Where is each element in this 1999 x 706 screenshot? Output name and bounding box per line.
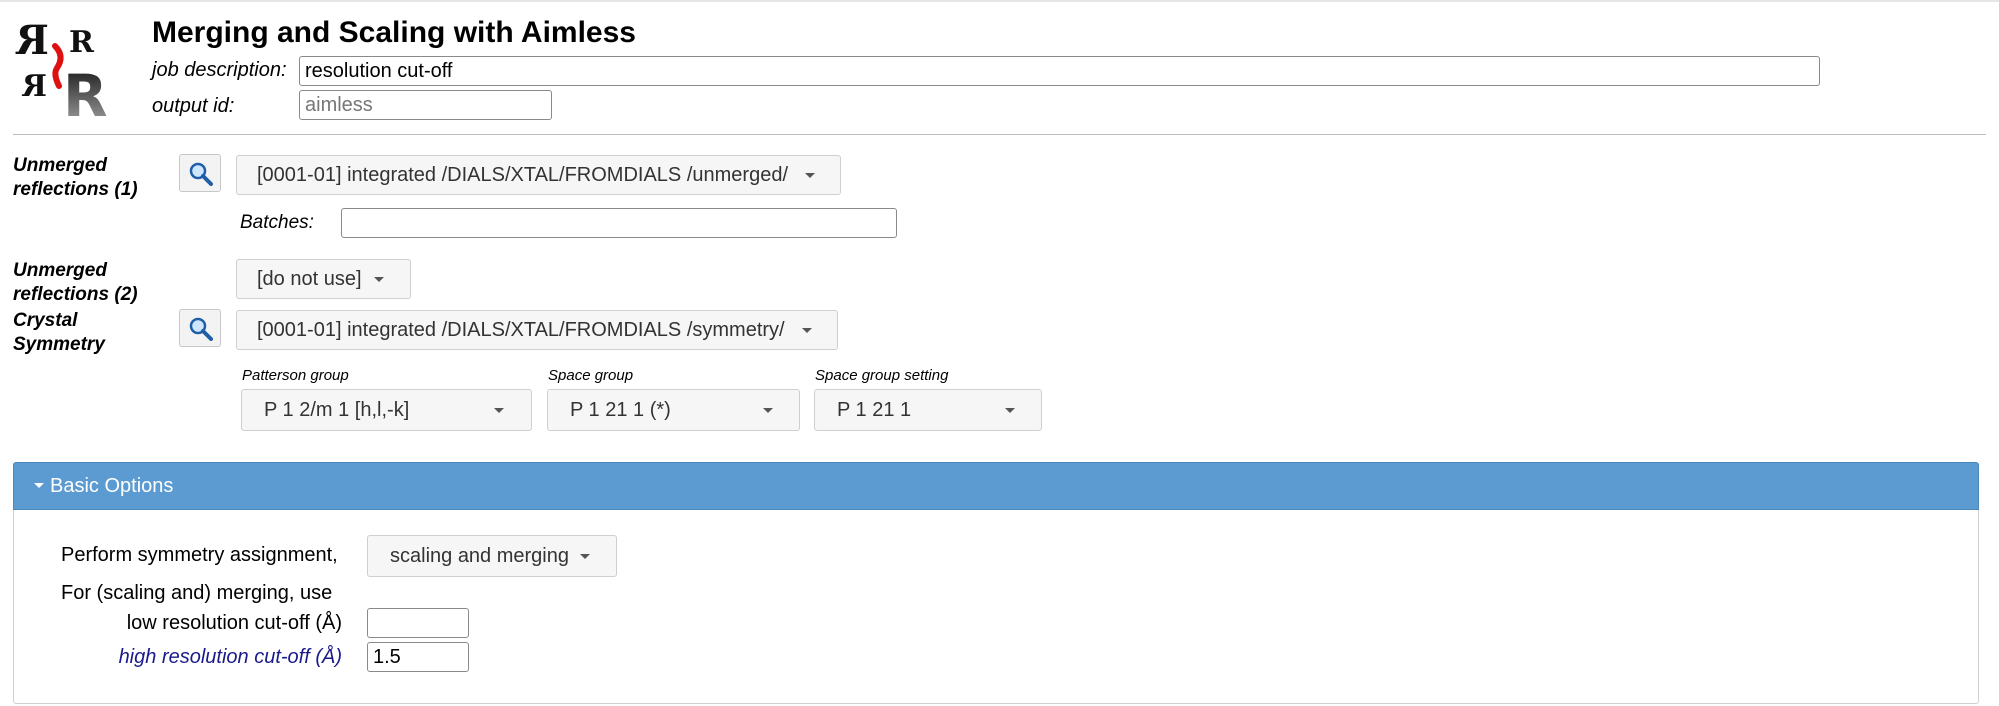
space-group-setting-select[interactable]: P 1 21 1 [814, 389, 1042, 431]
space-group-label: Space group [548, 367, 634, 384]
svg-text:R: R [15, 17, 49, 64]
output-id-label: output id: [152, 95, 235, 117]
space-group-setting-label: Space group setting [815, 367, 949, 384]
page-title: Merging and Scaling with Aimless [152, 16, 636, 49]
output-id-input[interactable] [299, 90, 552, 120]
space-group-select[interactable]: P 1 21 1 (*) [547, 389, 800, 431]
chevron-down-icon [802, 328, 812, 333]
svg-text:R: R [69, 25, 95, 60]
basic-options-title: Basic Options [50, 475, 174, 497]
header-divider [13, 134, 1986, 135]
patterson-group-selected: P 1 2/m 1 [h,l,-k] [264, 399, 410, 421]
low-resolution-label: low resolution cut-off (Å) [126, 612, 342, 634]
crystal-symmetry-label: Crystal Symmetry [13, 310, 105, 355]
ccp4-logo: R R R R [13, 16, 117, 130]
top-border [0, 0, 1999, 2]
svg-text:R: R [63, 62, 108, 120]
space-group-selected: P 1 21 1 (*) [570, 399, 671, 421]
batches-input[interactable] [341, 208, 897, 238]
chevron-down-icon [494, 408, 504, 413]
batches-label: Batches: [240, 212, 314, 233]
job-description-input[interactable] [299, 56, 1820, 86]
job-description-label: job description: [152, 59, 287, 81]
search-unmerged-1-button[interactable] [179, 154, 221, 192]
collapse-triangle-icon [34, 483, 44, 488]
symmetry-assignment-select[interactable]: scaling and merging [367, 535, 617, 577]
search-crystal-symmetry-button[interactable] [179, 309, 221, 347]
chevron-down-icon [374, 277, 384, 282]
symmetry-assignment-selected: scaling and merging [390, 545, 569, 567]
unmerged-reflections-1-label: Unmerged reflections (1) [13, 155, 138, 200]
basic-options-body [13, 510, 1979, 704]
crystal-symmetry-select[interactable]: [0001-01] integrated /DIALS/XTAL/FROMDIA… [236, 310, 838, 350]
crystal-symmetry-selected: [0001-01] integrated /DIALS/XTAL/FROMDIA… [257, 319, 785, 341]
symmetry-assignment-label: Perform symmetry assignment, [61, 544, 338, 566]
unmerged-reflections-2-selected: [do not use] [257, 268, 362, 290]
high-resolution-input[interactable] [367, 642, 469, 672]
merging-use-label: For (scaling and) merging, use [61, 582, 333, 604]
low-resolution-input[interactable] [367, 608, 469, 638]
chevron-down-icon [1005, 408, 1015, 413]
unmerged-reflections-1-selected: [0001-01] integrated /DIALS/XTAL/FROMDIA… [257, 164, 788, 186]
unmerged-reflections-1-select[interactable]: [0001-01] integrated /DIALS/XTAL/FROMDIA… [236, 155, 841, 195]
patterson-group-select[interactable]: P 1 2/m 1 [h,l,-k] [241, 389, 532, 431]
chevron-down-icon [763, 408, 773, 413]
space-group-setting-selected: P 1 21 1 [837, 399, 912, 421]
svg-text:R: R [21, 69, 47, 104]
chevron-down-icon [580, 554, 590, 559]
search-icon [189, 317, 213, 341]
unmerged-reflections-2-select[interactable]: [do not use] [236, 259, 411, 299]
search-icon [189, 162, 213, 186]
high-resolution-label: high resolution cut-off (Å) [118, 646, 342, 668]
chevron-down-icon [805, 173, 815, 178]
unmerged-reflections-2-label: Unmerged reflections (2) [13, 260, 138, 305]
basic-options-header[interactable]: Basic Options [13, 462, 1979, 510]
patterson-group-label: Patterson group [242, 367, 349, 384]
